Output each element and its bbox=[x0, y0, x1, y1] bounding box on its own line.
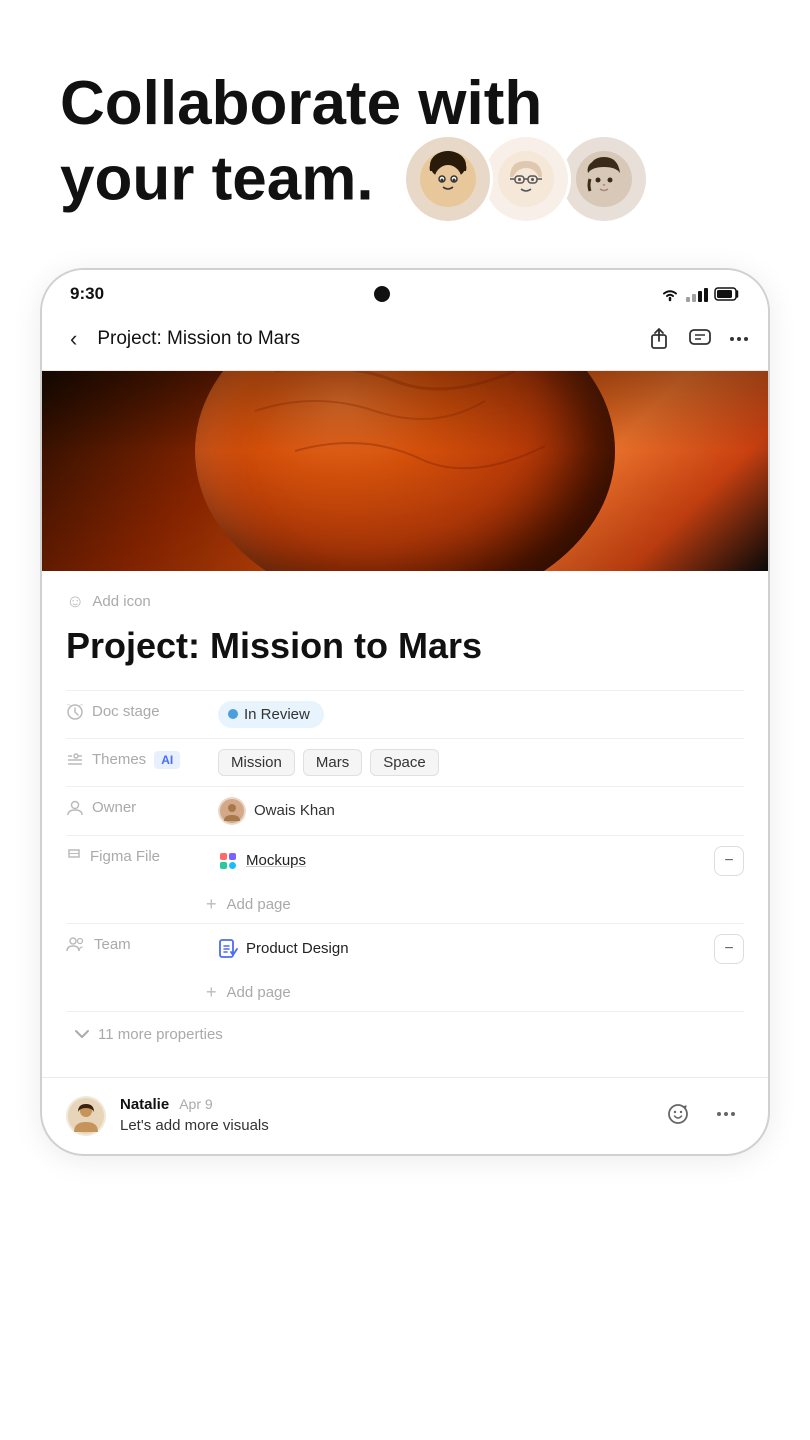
figma-file-row: Figma File Mockups − bbox=[66, 835, 744, 886]
back-button[interactable]: ‹ bbox=[62, 322, 85, 356]
doc-stage-value[interactable]: In Review bbox=[218, 701, 744, 728]
share-icon[interactable] bbox=[648, 327, 670, 351]
battery-icon bbox=[714, 287, 740, 301]
comment-avatar bbox=[66, 1096, 106, 1136]
team-remove-button[interactable]: − bbox=[714, 934, 744, 964]
add-page-label-2: Add page bbox=[227, 984, 291, 1001]
more-properties-row[interactable]: 11 more properties bbox=[66, 1011, 744, 1057]
react-button[interactable] bbox=[660, 1096, 696, 1132]
content-area: ☺ Add icon Project: Mission to Mars Doc … bbox=[42, 571, 768, 1077]
figma-linked-item[interactable]: Mockups bbox=[218, 851, 706, 871]
avatar-2 bbox=[481, 134, 571, 224]
comment-body: Natalie Apr 9 Let's add more visuals bbox=[120, 1096, 646, 1134]
signal-icon bbox=[686, 286, 708, 302]
chevron-down-icon bbox=[74, 1028, 90, 1040]
phone-mockup: 9:30 bbox=[40, 268, 770, 1156]
status-dot bbox=[228, 709, 238, 719]
owner-row: Owner Owais Khan bbox=[66, 786, 744, 835]
status-time: 9:30 bbox=[70, 284, 104, 304]
emoji-icon bbox=[667, 1103, 689, 1125]
doc-stage-row: Doc stage In Review bbox=[66, 690, 744, 738]
add-page-label-1: Add page bbox=[227, 896, 291, 913]
comment-more-button[interactable] bbox=[708, 1096, 744, 1132]
add-page-figma[interactable]: + Add page bbox=[66, 886, 744, 923]
figma-label-icon bbox=[66, 848, 82, 866]
phone-container: 9:30 bbox=[0, 268, 810, 1196]
status-bar: 9:30 bbox=[42, 270, 768, 312]
comment-icon[interactable] bbox=[688, 328, 712, 350]
nav-bar: ‹ Project: Mission to Mars bbox=[42, 312, 768, 371]
comment-date: Apr 9 bbox=[179, 1096, 212, 1112]
figma-text: Mockups bbox=[246, 852, 306, 869]
team-icon bbox=[66, 936, 86, 952]
tag-space[interactable]: Space bbox=[370, 749, 439, 776]
tag-mission[interactable]: Mission bbox=[218, 749, 295, 776]
add-icon-label: Add icon bbox=[92, 593, 150, 610]
status-icons bbox=[660, 286, 740, 302]
themes-tags[interactable]: Mission Mars Space bbox=[218, 749, 744, 776]
owner-value[interactable]: Owais Khan bbox=[218, 797, 744, 825]
add-icon-row[interactable]: ☺ Add icon bbox=[66, 591, 744, 612]
smiley-icon: ☺ bbox=[66, 591, 84, 612]
status-badge[interactable]: In Review bbox=[218, 701, 324, 728]
mars-overlay bbox=[42, 371, 768, 571]
add-page-team[interactable]: + Add page bbox=[66, 974, 744, 1011]
nav-title: Project: Mission to Mars bbox=[97, 328, 636, 350]
owner-name: Owais Khan bbox=[254, 802, 335, 819]
ai-badge: AI bbox=[154, 751, 180, 769]
wifi-icon bbox=[660, 286, 680, 302]
team-label: Team bbox=[66, 934, 206, 953]
team-linked-item[interactable]: Product Design bbox=[218, 939, 706, 959]
doc-stage-label: Doc stage bbox=[66, 701, 206, 721]
project-title: Project: Mission to Mars bbox=[66, 626, 744, 666]
mars-hero-image bbox=[42, 371, 768, 571]
comment-actions bbox=[660, 1096, 744, 1132]
team-doc-icon bbox=[218, 939, 238, 959]
owner-icon bbox=[66, 799, 84, 817]
owner-label: Owner bbox=[66, 797, 206, 817]
themes-label: Themes AI bbox=[66, 749, 206, 769]
owner-avatar bbox=[218, 797, 246, 825]
hero-title: Collaborate with your team. bbox=[60, 70, 750, 228]
comment-text: Let's add more visuals bbox=[120, 1117, 646, 1134]
avatar-1 bbox=[403, 134, 493, 224]
nav-actions bbox=[648, 327, 748, 351]
camera-dot bbox=[374, 286, 390, 302]
add-plus-icon-1: + bbox=[206, 894, 217, 915]
more-properties-label: 11 more properties bbox=[98, 1026, 223, 1043]
avatar-3 bbox=[559, 134, 649, 224]
themes-row: Themes AI Mission Mars Space bbox=[66, 738, 744, 786]
comment-section: Natalie Apr 9 Let's add more visuals bbox=[42, 1077, 768, 1154]
figma-label: Figma File bbox=[66, 846, 206, 866]
comment-author: Natalie bbox=[120, 1096, 169, 1113]
doc-stage-icon bbox=[66, 703, 84, 721]
add-plus-icon-2: + bbox=[206, 982, 217, 1003]
more-button[interactable] bbox=[730, 337, 748, 341]
team-value[interactable]: Product Design − bbox=[218, 934, 744, 964]
tag-mars[interactable]: Mars bbox=[303, 749, 362, 776]
figma-icon bbox=[218, 851, 238, 871]
themes-icon bbox=[66, 751, 84, 769]
team-text: Product Design bbox=[246, 940, 349, 957]
comment-header: Natalie Apr 9 bbox=[120, 1096, 646, 1113]
figma-remove-button[interactable]: − bbox=[714, 846, 744, 876]
team-row: Team Product Design − bbox=[66, 923, 744, 974]
hero-section: Collaborate with your team. bbox=[0, 0, 810, 268]
figma-value[interactable]: Mockups − bbox=[218, 846, 744, 876]
